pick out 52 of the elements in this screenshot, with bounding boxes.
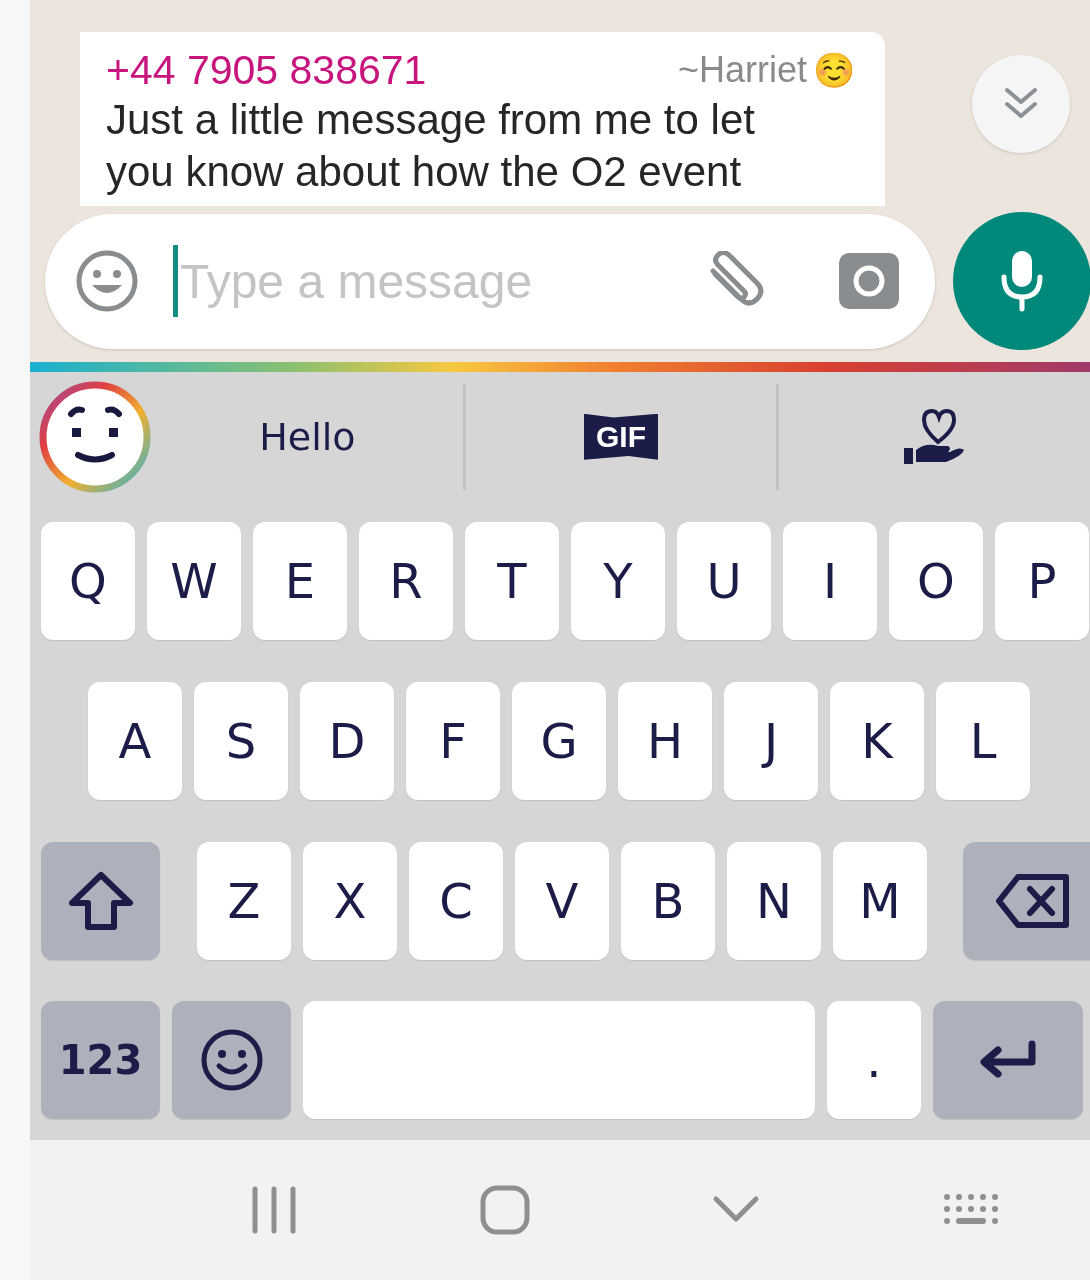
letter-key[interactable]: W	[147, 522, 241, 641]
symbols-key[interactable]: 123	[41, 1001, 160, 1120]
letter-key[interactable]: H	[618, 681, 712, 800]
word-suggestion[interactable]: Hello	[152, 372, 463, 502]
backspace-icon	[996, 872, 1070, 929]
letter-key[interactable]: T	[465, 522, 559, 641]
sender-number: +44 7905 838671	[106, 46, 427, 94]
hand-heart-icon[interactable]	[903, 407, 966, 466]
sender-name: ~Harriet	[677, 49, 807, 91]
letter-key[interactable]: X	[303, 841, 397, 960]
letter-key[interactable]: N	[727, 841, 821, 960]
letter-key[interactable]: D	[300, 681, 394, 800]
letter-key[interactable]: O	[889, 522, 983, 641]
recent-apps-icon[interactable]	[251, 1186, 298, 1234]
letter-key[interactable]: V	[515, 841, 609, 960]
letter-key[interactable]: A	[88, 681, 182, 800]
backspace-key[interactable]	[963, 841, 1090, 960]
smiley-icon	[199, 1028, 264, 1093]
sender-emoji: ☺	[813, 50, 855, 90]
gif-button[interactable]: GIF	[465, 372, 777, 502]
letter-key[interactable]: K	[830, 681, 924, 800]
return-arrow-icon	[978, 1040, 1038, 1081]
letter-key[interactable]: L	[936, 681, 1030, 800]
message-text: Just a little message from me to let	[106, 95, 756, 145]
message-text: you know about how the O2 event	[106, 147, 743, 197]
letter-key[interactable]: M	[833, 841, 927, 960]
letter-key[interactable]: J	[724, 681, 818, 800]
shift-arrow-icon	[67, 870, 134, 931]
letter-key[interactable]: S	[194, 681, 288, 800]
emoji-key[interactable]	[172, 1001, 291, 1120]
letter-key[interactable]: U	[677, 522, 771, 641]
letter-key[interactable]: G	[512, 681, 606, 800]
enter-key[interactable]	[933, 1001, 1083, 1120]
home-icon[interactable]	[479, 1185, 530, 1235]
letter-key[interactable]: R	[359, 522, 453, 641]
letter-key[interactable]: C	[409, 841, 503, 960]
letter-key[interactable]: Y	[571, 522, 665, 641]
letter-key[interactable]: I	[783, 522, 877, 641]
letter-key[interactable]: Z	[197, 841, 291, 960]
shift-key[interactable]	[41, 841, 160, 960]
message-input-field[interactable]: Type a message	[178, 252, 703, 310]
letter-key[interactable]: B	[621, 841, 715, 960]
period-key[interactable]: .	[827, 1001, 921, 1120]
keyboard-logo-icon[interactable]	[38, 379, 152, 494]
letter-key[interactable]: P	[995, 522, 1089, 641]
chevron-down-icon[interactable]	[712, 1195, 761, 1225]
keyboard-icon[interactable]	[942, 1193, 999, 1227]
camera-icon[interactable]	[839, 253, 899, 309]
letter-key[interactable]: E	[253, 522, 347, 641]
letter-key[interactable]: F	[406, 681, 500, 800]
letter-key[interactable]: Q	[41, 522, 135, 641]
smiley-icon[interactable]	[75, 249, 139, 313]
